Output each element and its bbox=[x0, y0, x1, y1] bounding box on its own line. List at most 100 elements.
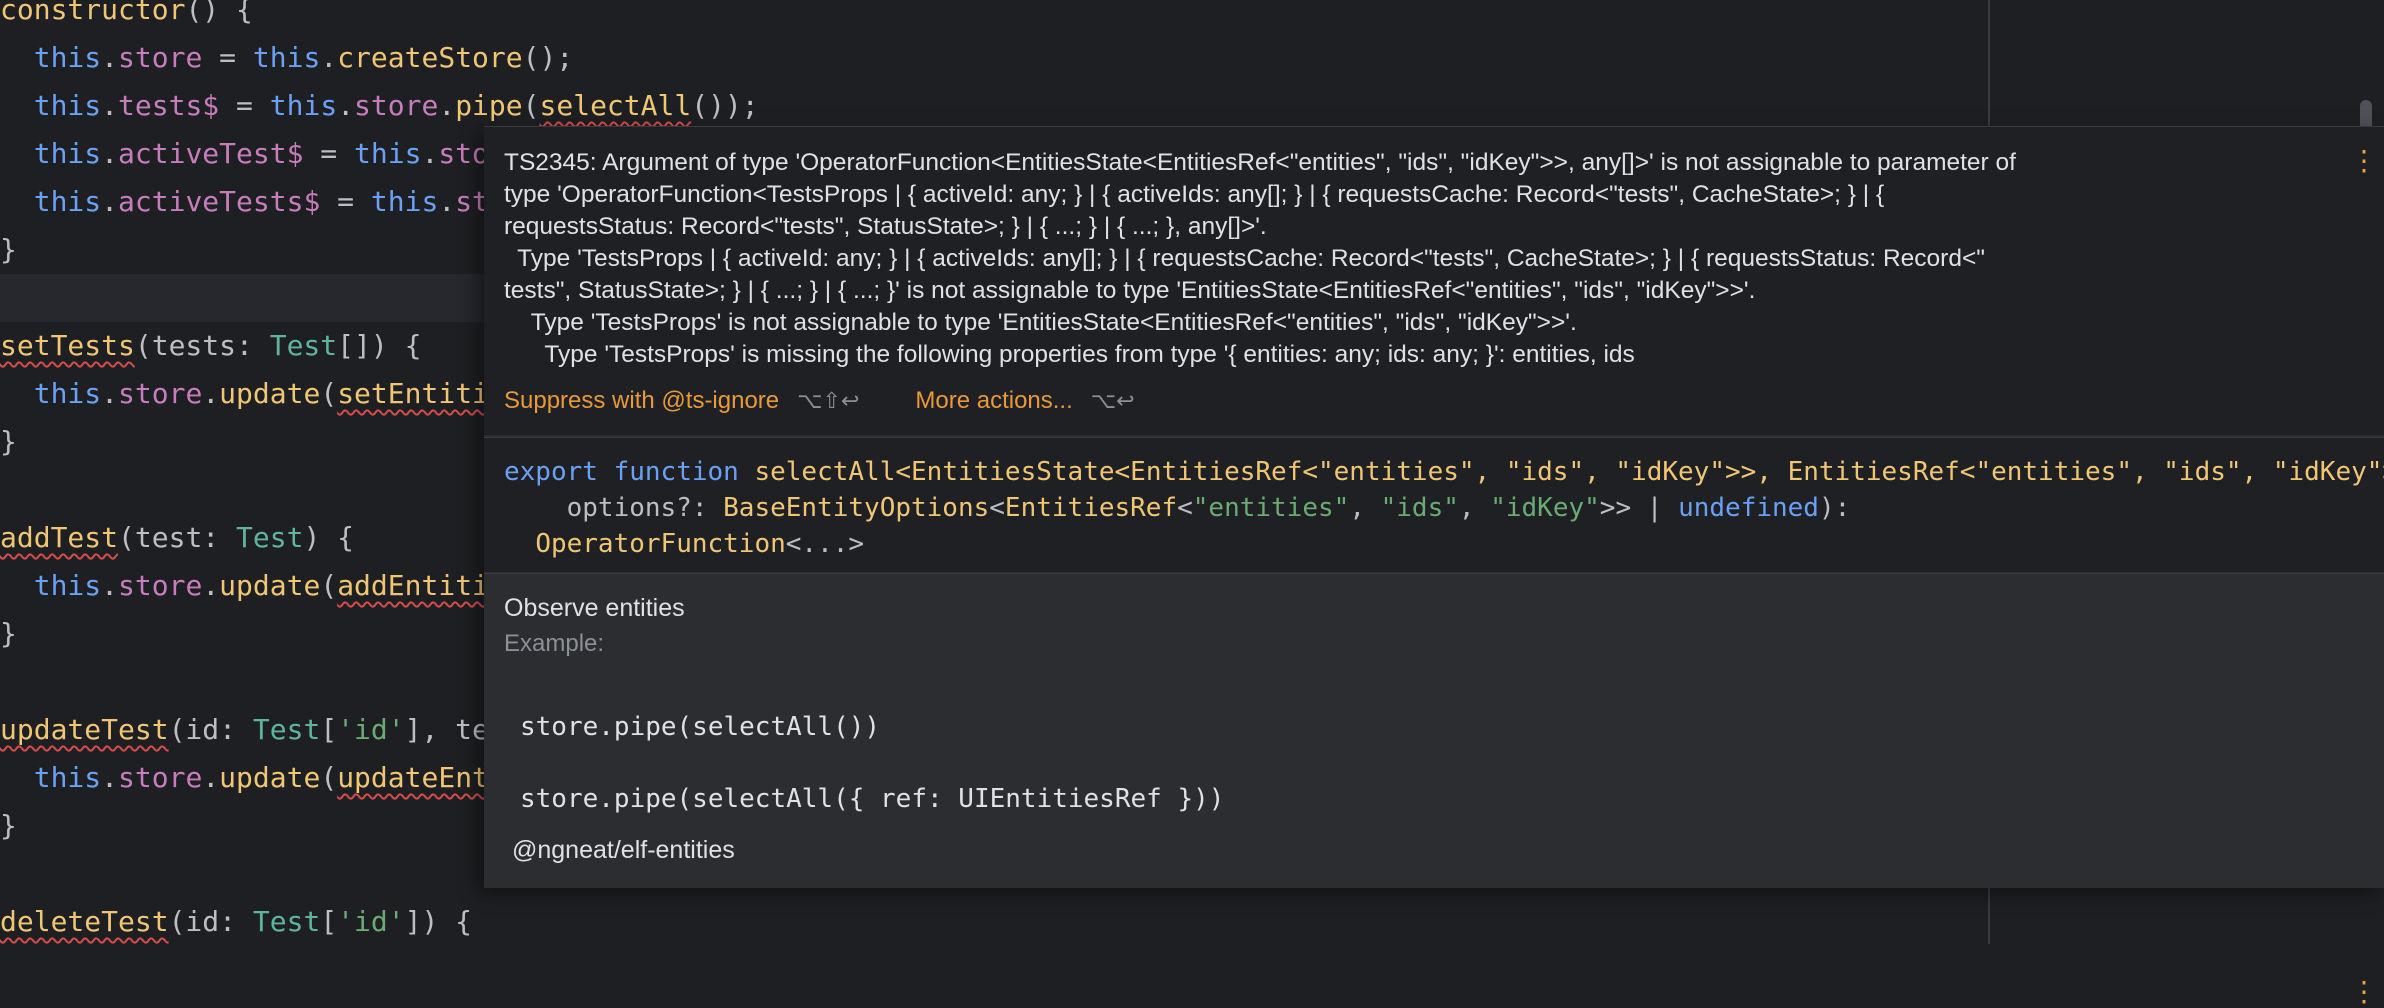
code-token: [ bbox=[320, 905, 338, 938]
code-token: update bbox=[219, 761, 321, 794]
code-token: updateTest bbox=[0, 713, 169, 746]
code-token: this bbox=[33, 89, 102, 122]
error-actions: Suppress with @ts-ignore ⌥⇧↩ More actions.… bbox=[504, 385, 1135, 417]
code-token: = bbox=[219, 89, 270, 122]
more-actions-shortcut: ⌥↩ bbox=[1090, 388, 1135, 413]
code-token: "entities" bbox=[1192, 493, 1350, 523]
code-token: . bbox=[101, 41, 119, 74]
code-token: < bbox=[989, 493, 1005, 523]
error-line: Type 'TestsProps' is not assignable to t… bbox=[504, 309, 1577, 336]
code-token: = bbox=[320, 185, 371, 218]
error-message: TS2345: Argument of type 'OperatorFuncti… bbox=[504, 147, 2284, 371]
code-token: undefined bbox=[1678, 493, 1819, 523]
code-token: , bbox=[1458, 493, 1491, 523]
more-actions-link[interactable]: More actions... bbox=[915, 387, 1072, 414]
code-token: . bbox=[320, 41, 338, 74]
error-line: requestsStatus: Record<"tests", StatusSt… bbox=[504, 213, 1267, 240]
code-token: . bbox=[101, 761, 119, 794]
doc-example-label: Example: bbox=[504, 630, 605, 657]
code-token: store bbox=[118, 41, 203, 74]
code-token: this bbox=[33, 569, 102, 602]
code-token: selectAll bbox=[754, 457, 896, 487]
suppress-ts-ignore-link[interactable]: Suppress with @ts-ignore bbox=[504, 387, 779, 414]
code-line[interactable]: deleteTest(id: Test['id']) { bbox=[0, 898, 1990, 946]
code-token: ( bbox=[320, 569, 338, 602]
code-token: update bbox=[219, 569, 321, 602]
signature-line: export function selectAll<EntitiesState<… bbox=[504, 454, 2384, 490]
code-token: this bbox=[33, 137, 102, 170]
code-token: 'id' bbox=[337, 713, 405, 746]
code-token: store bbox=[118, 569, 203, 602]
code-line[interactable]: this.store = this.createStore(); bbox=[0, 34, 1990, 82]
error-line: tests", StatusState>; } | { ...; } | { .… bbox=[504, 277, 1756, 304]
code-token: Test bbox=[236, 521, 304, 554]
doc-example-code: store.pipe(selectAll()) bbox=[520, 712, 881, 742]
code-token: < bbox=[1177, 493, 1193, 523]
code-token: this bbox=[33, 377, 102, 410]
code-token: ( bbox=[522, 89, 540, 122]
doc-example-code: store.pipe(selectAll({ ref: UIEntitiesRe… bbox=[520, 784, 1225, 814]
code-token: this bbox=[370, 185, 439, 218]
code-token: (test: bbox=[118, 521, 237, 554]
code-token: ()); bbox=[691, 89, 759, 122]
code-token: (); bbox=[522, 41, 574, 74]
code-token: . bbox=[438, 185, 456, 218]
code-token: store bbox=[354, 89, 439, 122]
error-token-selectall[interactable]: selectAll bbox=[540, 89, 692, 122]
code-token: . bbox=[202, 761, 220, 794]
doc-options-icon[interactable]: ⋮ bbox=[2350, 978, 2378, 1006]
code-token: ( bbox=[320, 377, 338, 410]
code-token: = bbox=[303, 137, 355, 170]
code-token: this bbox=[33, 761, 102, 794]
doc-description: Observe entities bbox=[504, 594, 685, 622]
code-token: update bbox=[219, 377, 321, 410]
doc-package-name: @ngneat/elf-entities bbox=[512, 836, 735, 864]
code-token: deleteTest bbox=[0, 905, 169, 938]
code-token: ]) { bbox=[404, 905, 473, 938]
code-token: this bbox=[33, 185, 102, 218]
code-token: . bbox=[101, 185, 119, 218]
code-token: setEntiti bbox=[337, 377, 489, 410]
code-line[interactable]: this.tests$ = this.store.pipe(selectAll(… bbox=[0, 82, 1990, 130]
code-token: . bbox=[337, 89, 355, 122]
code-token: function bbox=[613, 457, 739, 487]
code-token: <...> bbox=[785, 529, 865, 559]
code-token: []) { bbox=[337, 329, 422, 362]
code-token: ( bbox=[320, 761, 338, 794]
code-token: "ids" bbox=[1380, 493, 1459, 523]
error-options-icon[interactable]: ⋮ bbox=[2350, 147, 2378, 175]
code-token: = bbox=[202, 41, 253, 74]
code-token: this bbox=[354, 137, 422, 170]
signature-line: options?: BaseEntityOptions<EntitiesRef<… bbox=[504, 490, 1851, 526]
code-token: store bbox=[118, 377, 203, 410]
code-line[interactable]: constructor() { bbox=[0, 0, 1990, 34]
code-token: } bbox=[0, 425, 17, 458]
code-token: constructor bbox=[0, 0, 186, 26]
code-token: EntitiesRef bbox=[1004, 493, 1178, 523]
code-token: ): bbox=[1818, 493, 1851, 523]
quick-documentation-popup[interactable]: TS2345: Argument of type 'OperatorFuncti… bbox=[484, 126, 2384, 1006]
code-token: options?: bbox=[504, 493, 724, 523]
code-token: . bbox=[101, 377, 119, 410]
documentation-section: Observe entities Example: store.pipe(sel… bbox=[484, 573, 2384, 1006]
code-token: activeTests$ bbox=[118, 185, 321, 218]
code-token: addEntiti bbox=[337, 569, 489, 602]
code-token: () { bbox=[185, 0, 253, 26]
code-token: ) { bbox=[303, 521, 355, 554]
code-token: . bbox=[101, 569, 119, 602]
code-token: 'id' bbox=[337, 905, 405, 938]
code-token: this bbox=[33, 41, 102, 74]
error-line: type 'OperatorFunction<TestsProps | { ac… bbox=[504, 181, 1885, 208]
code-token: . bbox=[421, 137, 439, 170]
code-token: } bbox=[0, 809, 17, 842]
code-token: store bbox=[118, 761, 203, 794]
code-token: this bbox=[269, 89, 338, 122]
suppress-shortcut: ⌥⇧↩ bbox=[797, 388, 860, 413]
code-token: } bbox=[0, 233, 17, 266]
error-line: TS2345: Argument of type 'OperatorFuncti… bbox=[504, 149, 2016, 176]
code-token: activeTest$ bbox=[118, 137, 304, 170]
code-token: Test bbox=[269, 329, 338, 362]
code-token: (id: bbox=[168, 905, 253, 938]
code-token: tests$ bbox=[118, 89, 220, 122]
